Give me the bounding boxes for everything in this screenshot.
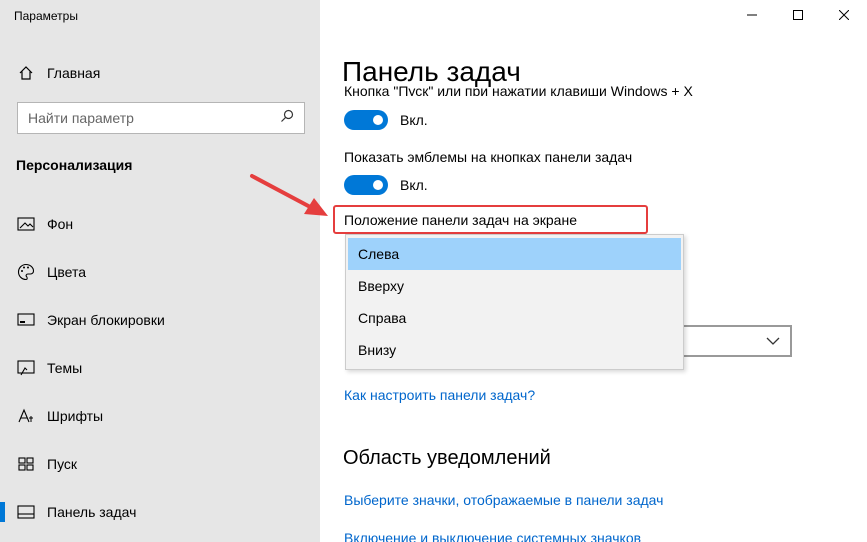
minimize-icon: [747, 7, 757, 25]
sidebar: Параметры Главная Персонализация Фон Цве…: [0, 0, 320, 542]
close-button[interactable]: [821, 0, 867, 32]
system-icons-link[interactable]: Включение и выключение системных значков: [344, 530, 641, 542]
sidebar-item-label: Пуск: [47, 456, 78, 472]
themes-icon: [16, 358, 36, 378]
fonts-icon: [16, 406, 36, 426]
sidebar-item-label: Шрифты: [47, 408, 104, 424]
minimize-button[interactable]: [729, 0, 775, 32]
toggle-switch-2[interactable]: [344, 175, 388, 195]
search-input[interactable]: [28, 110, 268, 126]
dropdown-option-top[interactable]: Вверху: [348, 270, 681, 302]
position-dropdown-list: Слева Вверху Справа Внизу: [345, 234, 684, 370]
app-title: Параметры: [14, 9, 78, 23]
sidebar-item-start[interactable]: Пуск: [0, 440, 320, 488]
sidebar-item-label: Темы: [47, 360, 83, 376]
sidebar-item-label: Цвета: [47, 264, 86, 280]
nav-list: Фон Цвета Экран блокировки Темы Шрифты П…: [0, 200, 320, 536]
dropdown-option-bottom[interactable]: Внизу: [348, 334, 681, 366]
help-link[interactable]: Как настроить панели задач?: [344, 387, 535, 403]
palette-icon: [16, 262, 36, 282]
sidebar-item-label: Фон: [47, 216, 74, 232]
notifications-heading: Область уведомлений: [343, 447, 551, 469]
chevron-down-icon: [766, 332, 780, 350]
sidebar-item-label: Экран блокировки: [47, 312, 165, 328]
picture-icon: [16, 214, 36, 234]
sidebar-item-lock-screen[interactable]: Экран блокировки: [0, 296, 320, 344]
nav-home-label: Главная: [47, 65, 101, 81]
toggle-row-1: Вкл.: [344, 110, 428, 130]
clipped-label-text: Кнопка "Пуск" или при нажатии клавиши Wi…: [344, 86, 693, 96]
sidebar-item-colors[interactable]: Цвета: [0, 248, 320, 296]
notification-icons-link[interactable]: Выберите значки, отображаемые в панели з…: [344, 492, 663, 508]
toggle-state-label: Вкл.: [400, 177, 428, 193]
search-icon[interactable]: [280, 109, 294, 128]
clipped-setting-label: Кнопка "Пуск" или при нажатии клавиши Wi…: [344, 86, 744, 96]
sidebar-item-taskbar[interactable]: Панель задач: [0, 488, 320, 536]
toggle-switch-1[interactable]: [344, 110, 388, 130]
sidebar-item-themes[interactable]: Темы: [0, 344, 320, 392]
close-icon: [838, 7, 850, 25]
search-box[interactable]: [17, 102, 305, 134]
position-combobox[interactable]: [684, 325, 792, 357]
dropdown-option-right[interactable]: Справа: [348, 302, 681, 334]
toggle-state-label: Вкл.: [400, 112, 428, 128]
taskbar-icon: [16, 502, 36, 522]
position-setting-label: Положение панели задач на экране: [344, 212, 577, 228]
maximize-icon: [793, 7, 803, 25]
sidebar-item-label: Панель задач: [47, 504, 137, 520]
section-heading: Персонализация: [16, 157, 133, 173]
dropdown-option-left[interactable]: Слева: [348, 238, 681, 270]
toggle-row-2: Вкл.: [344, 175, 428, 195]
home-icon: [16, 63, 36, 83]
window-controls: [729, 0, 867, 32]
sidebar-item-fonts[interactable]: Шрифты: [0, 392, 320, 440]
annotation-arrow-icon: [250, 174, 328, 216]
page-title: Панель задач: [342, 56, 521, 87]
badges-setting-label: Показать эмблемы на кнопках панели задач: [344, 149, 633, 165]
lock-screen-icon: [16, 310, 36, 330]
start-icon: [16, 454, 36, 474]
nav-home[interactable]: Главная: [16, 62, 100, 84]
maximize-button[interactable]: [775, 0, 821, 32]
